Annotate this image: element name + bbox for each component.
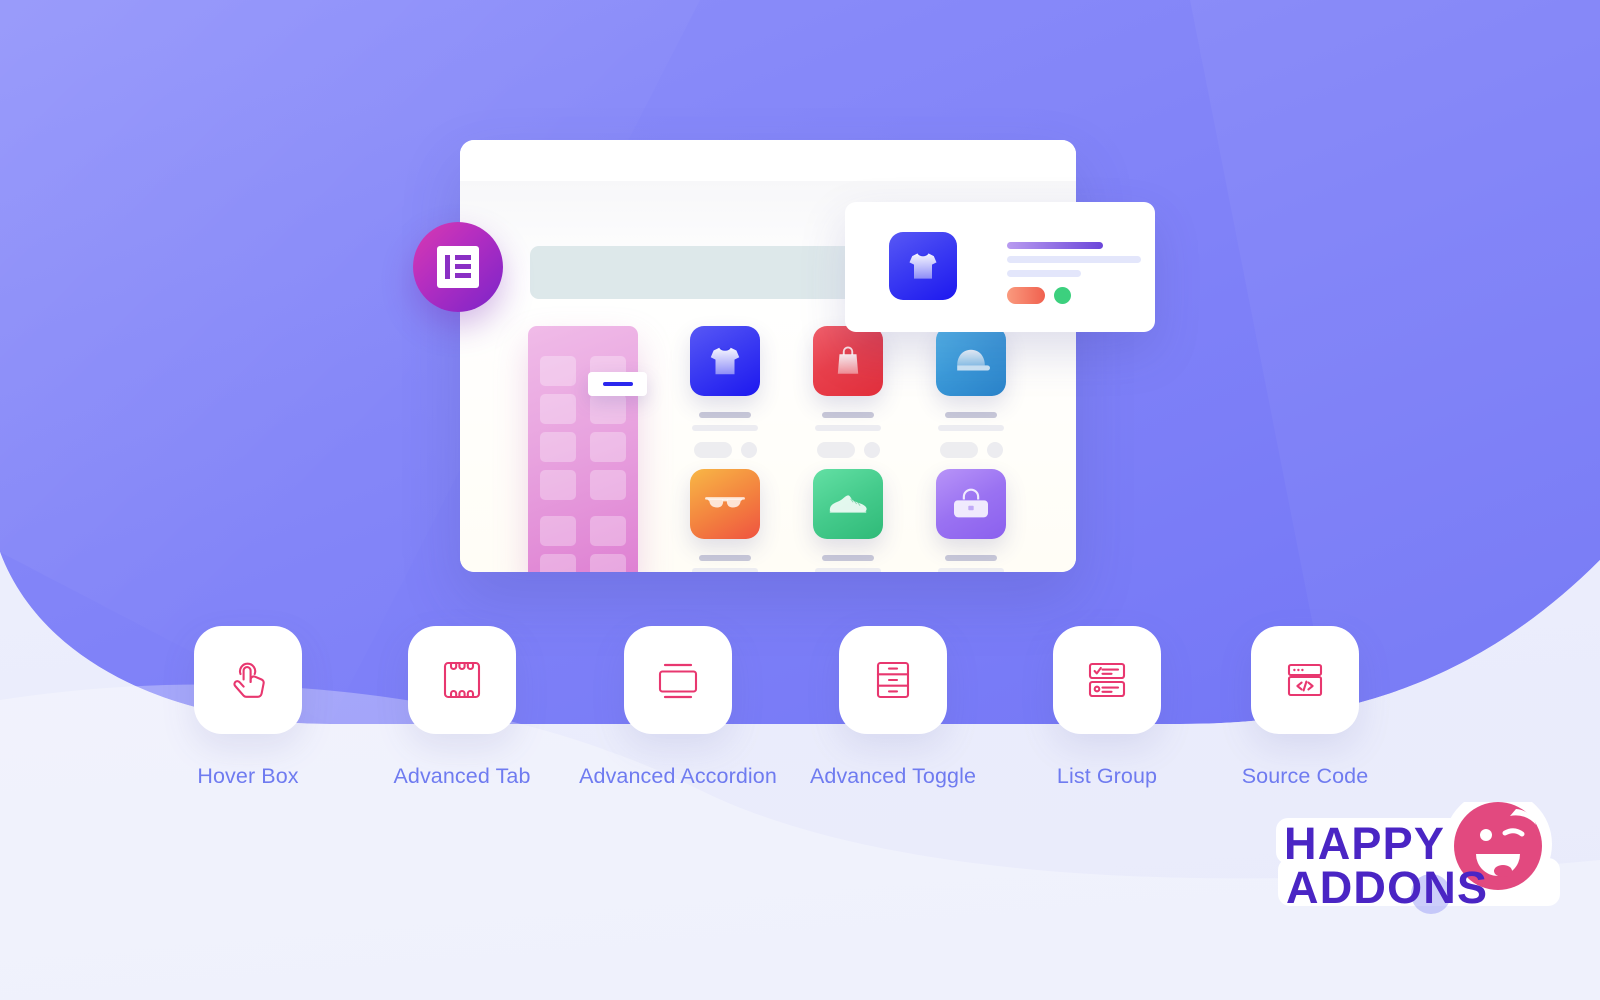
card-text-line — [1007, 256, 1141, 263]
widget-label: Advanced Toggle — [809, 764, 977, 788]
panel-cell — [590, 554, 626, 572]
panel-cell — [540, 470, 576, 500]
shopping-bag-icon — [837, 346, 859, 374]
toggle-rows-icon — [876, 661, 910, 699]
product-dot[interactable] — [863, 442, 880, 458]
product-line-2 — [938, 425, 1004, 431]
logo-line-2: ADDONS — [1286, 862, 1489, 913]
widget-tile[interactable] — [1251, 626, 1359, 734]
accordion-icon — [658, 663, 698, 699]
widget-label: Source Code — [1241, 764, 1369, 788]
happy-addons-logo[interactable]: HAPPY ADDONS — [1272, 790, 1582, 926]
product-line-2 — [938, 568, 1004, 572]
product-icon-tile — [690, 469, 760, 539]
card-text-line — [1007, 270, 1081, 277]
product-line-2 — [692, 568, 758, 572]
widget-tile[interactable] — [194, 626, 302, 734]
widget-label: Advanced Tab — [393, 764, 531, 788]
panel-cell — [540, 394, 576, 424]
product-icon-tile — [936, 326, 1006, 396]
product-line-1 — [699, 555, 751, 561]
product-line-1 — [822, 555, 874, 561]
panel-cell — [540, 432, 576, 462]
drag-handle-pill[interactable] — [588, 372, 647, 396]
widget-item-advanced-toggle[interactable]: Advanced Toggle — [786, 626, 1000, 795]
widget-label: Advanced Accordion — [579, 764, 777, 788]
product-line-1 — [699, 412, 751, 418]
tab-panel-icon — [443, 661, 481, 699]
drag-bar-icon — [602, 382, 633, 386]
product-line-2 — [692, 425, 758, 431]
product-icon-tile — [889, 232, 957, 300]
product-line-1 — [945, 412, 997, 418]
panel-cell — [590, 516, 626, 546]
panel-cell — [540, 516, 576, 546]
product-card[interactable] — [690, 469, 760, 572]
card-status-dot[interactable] — [1054, 287, 1071, 304]
panel-cell — [540, 554, 576, 572]
panel-cell — [540, 356, 576, 386]
elementor-logo-icon — [437, 246, 479, 288]
source-code-icon — [1287, 663, 1323, 697]
sneaker-icon — [829, 495, 867, 513]
widget-tile[interactable] — [408, 626, 516, 734]
widget-tile[interactable] — [839, 626, 947, 734]
product-icon-tile — [690, 326, 760, 396]
product-card[interactable] — [813, 326, 883, 458]
widget-tile[interactable] — [1053, 626, 1161, 734]
product-card[interactable] — [813, 469, 883, 572]
widget-item-advanced-tab[interactable]: Advanced Tab — [355, 626, 569, 795]
hero-illustration — [0, 0, 1600, 620]
product-card[interactable] — [936, 469, 1006, 572]
product-icon-tile — [813, 326, 883, 396]
product-line-2 — [815, 568, 881, 572]
product-button[interactable] — [939, 442, 978, 458]
panel-cell — [590, 470, 626, 500]
widget-label: List Group — [1056, 764, 1158, 788]
panel-cell — [590, 394, 626, 424]
product-actions — [692, 442, 758, 458]
tshirt-icon — [710, 347, 740, 375]
tshirt-icon — [909, 253, 937, 279]
product-button[interactable] — [693, 442, 732, 458]
cap-icon — [957, 349, 990, 371]
panel-cell — [590, 432, 626, 462]
widget-label: Hover Box — [197, 764, 299, 788]
product-quickview-card[interactable] — [845, 202, 1155, 332]
sunglasses-icon — [705, 497, 745, 508]
product-icon-tile — [813, 469, 883, 539]
handbag-icon — [954, 488, 988, 518]
product-card[interactable] — [936, 326, 1006, 458]
widget-item-advanced-accordion[interactable]: Advanced Accordion — [571, 626, 785, 795]
widget-item-source-code[interactable]: Source Code — [1198, 626, 1412, 795]
product-dot[interactable] — [986, 442, 1003, 458]
product-actions — [815, 442, 881, 458]
card-action-button[interactable] — [1007, 287, 1045, 304]
product-line-2 — [815, 425, 881, 431]
product-button[interactable] — [816, 442, 855, 458]
widget-tile[interactable] — [624, 626, 732, 734]
product-icon-tile — [936, 469, 1006, 539]
elementor-badge[interactable] — [413, 222, 503, 312]
hand-pointer-icon — [233, 662, 265, 698]
widget-item-list-group[interactable]: List Group — [1000, 626, 1214, 795]
product-dot[interactable] — [740, 442, 757, 458]
product-line-1 — [945, 555, 997, 561]
product-card[interactable] — [690, 326, 760, 458]
product-actions — [938, 442, 1004, 458]
widget-item-hover-box[interactable]: Hover Box — [141, 626, 355, 795]
browser-titlebar — [460, 140, 1076, 181]
card-title-line — [1007, 242, 1103, 249]
pink-grid-panel — [528, 326, 638, 572]
list-group-icon — [1088, 662, 1126, 698]
product-line-1 — [822, 412, 874, 418]
